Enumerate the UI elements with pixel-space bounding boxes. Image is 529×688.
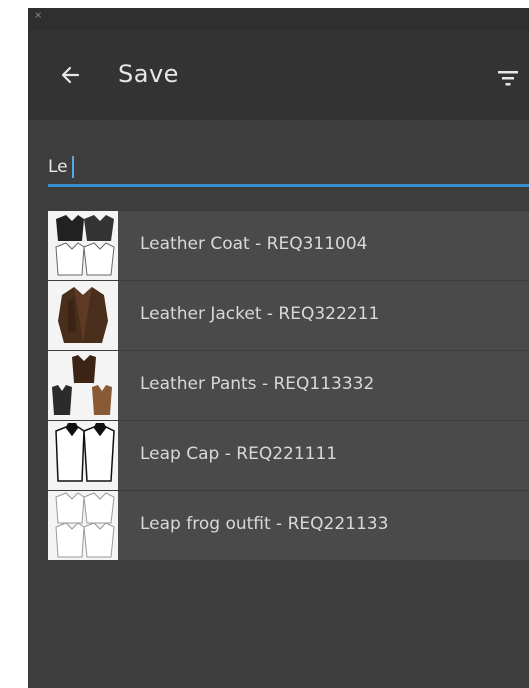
outfit-sketch-icon — [48, 491, 118, 560]
list-item[interactable]: Leap frog outfit - REQ221133 — [48, 491, 529, 560]
filter-icon — [498, 71, 518, 86]
jacket-photo-icon — [48, 281, 118, 350]
window-titlebar: × — [28, 8, 529, 30]
list-item[interactable]: Leather Pants - REQ113332 — [48, 351, 529, 420]
vest-sketch-icon — [48, 351, 118, 420]
arrow-left-icon — [61, 66, 80, 84]
search-input[interactable] — [48, 152, 518, 182]
result-label: Leap frog outfit - REQ221133 — [140, 514, 389, 534]
filter-button[interactable] — [497, 68, 519, 88]
shirt-sketch-icon — [48, 421, 118, 490]
text-caret — [72, 156, 74, 178]
results-list: Leather Coat - REQ311004 Leather Jacket … — [48, 211, 529, 561]
list-item[interactable]: Leather Jacket - REQ322211 — [48, 281, 529, 350]
search-underline — [48, 184, 529, 187]
page-title: Save — [118, 60, 179, 88]
close-icon[interactable]: × — [34, 11, 42, 21]
search-area — [28, 120, 529, 198]
result-label: Leather Pants - REQ113332 — [140, 374, 375, 394]
list-item[interactable]: Leather Coat - REQ311004 — [48, 211, 529, 280]
result-label: Leather Jacket - REQ322211 — [140, 304, 380, 324]
back-button[interactable] — [58, 62, 84, 88]
header-bar: Save — [28, 30, 529, 120]
list-item[interactable]: Leap Cap - REQ221111 — [48, 421, 529, 490]
result-label: Leather Coat - REQ311004 — [140, 234, 368, 254]
save-dialog: × Save Le Leather Coat - REQ311004 Leath… — [28, 8, 529, 688]
coat-sketch-icon — [48, 211, 118, 280]
result-label: Leap Cap - REQ221111 — [140, 444, 338, 464]
